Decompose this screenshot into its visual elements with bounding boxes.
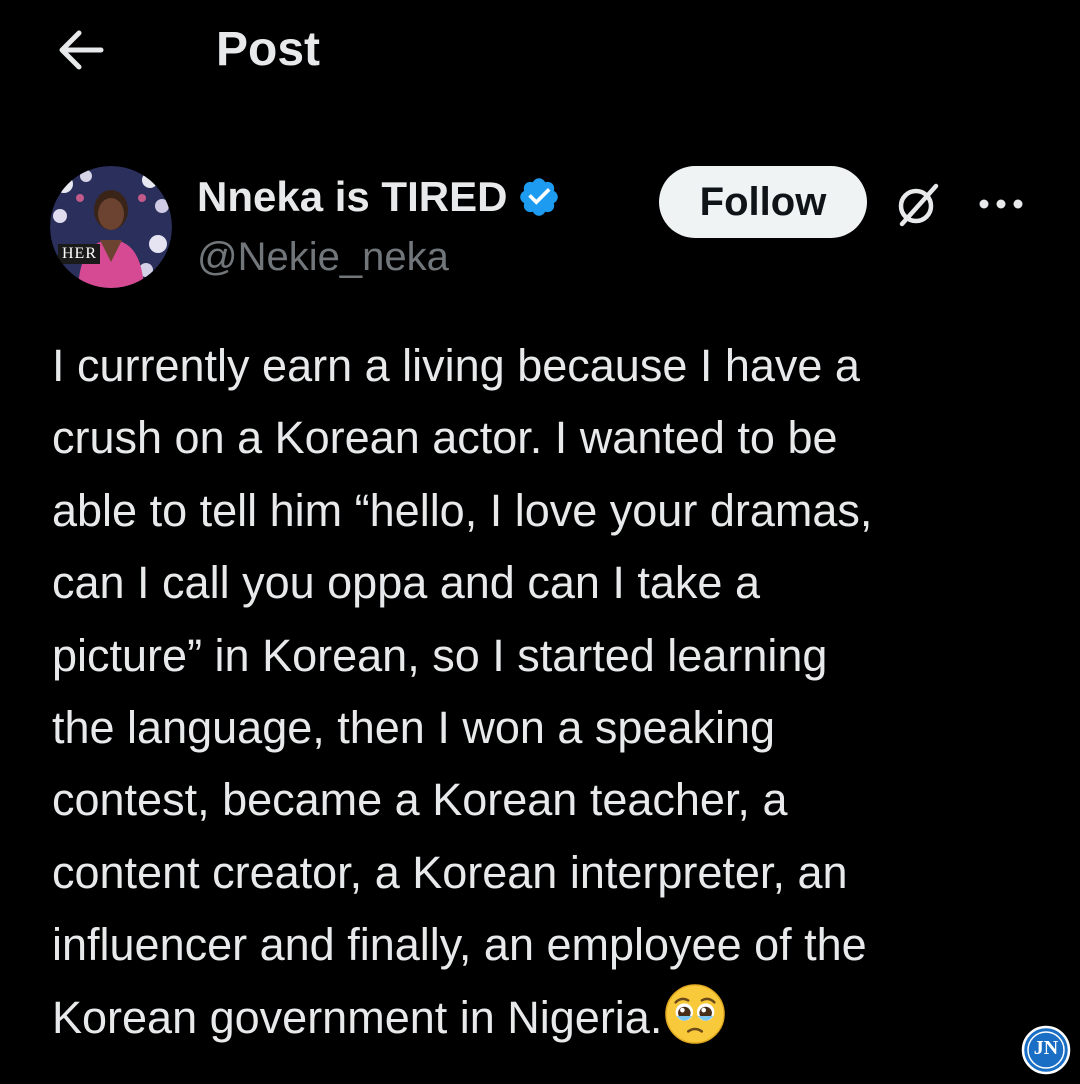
more-options-button[interactable] bbox=[974, 182, 1028, 226]
follow-button[interactable]: Follow bbox=[659, 166, 867, 238]
author-row: HER Nneka is TIRED @Nekie_neka Follow bbox=[0, 160, 1080, 300]
verified-badge-icon bbox=[520, 178, 559, 216]
pleading-face-with-tears-icon bbox=[665, 983, 726, 1044]
post-line: able to tell him “hello, I love your dra… bbox=[52, 484, 873, 536]
post-line: content creator, a Korean interpreter, a… bbox=[52, 846, 848, 898]
post-line: crush on a Korean actor. I wanted to be bbox=[52, 412, 838, 464]
post-line: picture” in Korean, so I started learnin… bbox=[52, 629, 828, 681]
back-button[interactable] bbox=[50, 22, 110, 78]
user-handle[interactable]: @Nekie_neka bbox=[197, 232, 449, 282]
avatar-image bbox=[50, 166, 172, 288]
grok-slash-icon bbox=[898, 183, 939, 227]
post-line: can I call you oppa and can I take a bbox=[52, 557, 760, 609]
post-line: I currently earn a living because I have… bbox=[52, 340, 860, 391]
post-line: Korean government in Nigeria. bbox=[52, 991, 663, 1043]
top-bar: Post bbox=[0, 0, 1080, 100]
post-line: contest, became a Korean teacher, a bbox=[52, 774, 788, 826]
display-name[interactable]: Nneka is TIRED bbox=[197, 172, 561, 222]
post-line: influencer and finally, an employee of t… bbox=[52, 919, 867, 971]
post-body: I currently earn a living because I have… bbox=[52, 330, 1042, 1054]
more-dots-icon bbox=[979, 199, 1023, 209]
watermark-text: JN bbox=[1033, 1037, 1059, 1059]
post-line: the language, then I won a speaking bbox=[52, 702, 776, 754]
arrow-left-icon bbox=[59, 30, 104, 70]
display-name-text: Nneka is TIRED bbox=[197, 173, 508, 220]
avatar-badge-text: HER bbox=[62, 245, 97, 262]
jn-watermark-icon: JN bbox=[1020, 1024, 1072, 1076]
avatar[interactable]: HER bbox=[50, 166, 172, 288]
page-title: Post bbox=[216, 23, 321, 76]
grok-button[interactable] bbox=[892, 178, 944, 230]
